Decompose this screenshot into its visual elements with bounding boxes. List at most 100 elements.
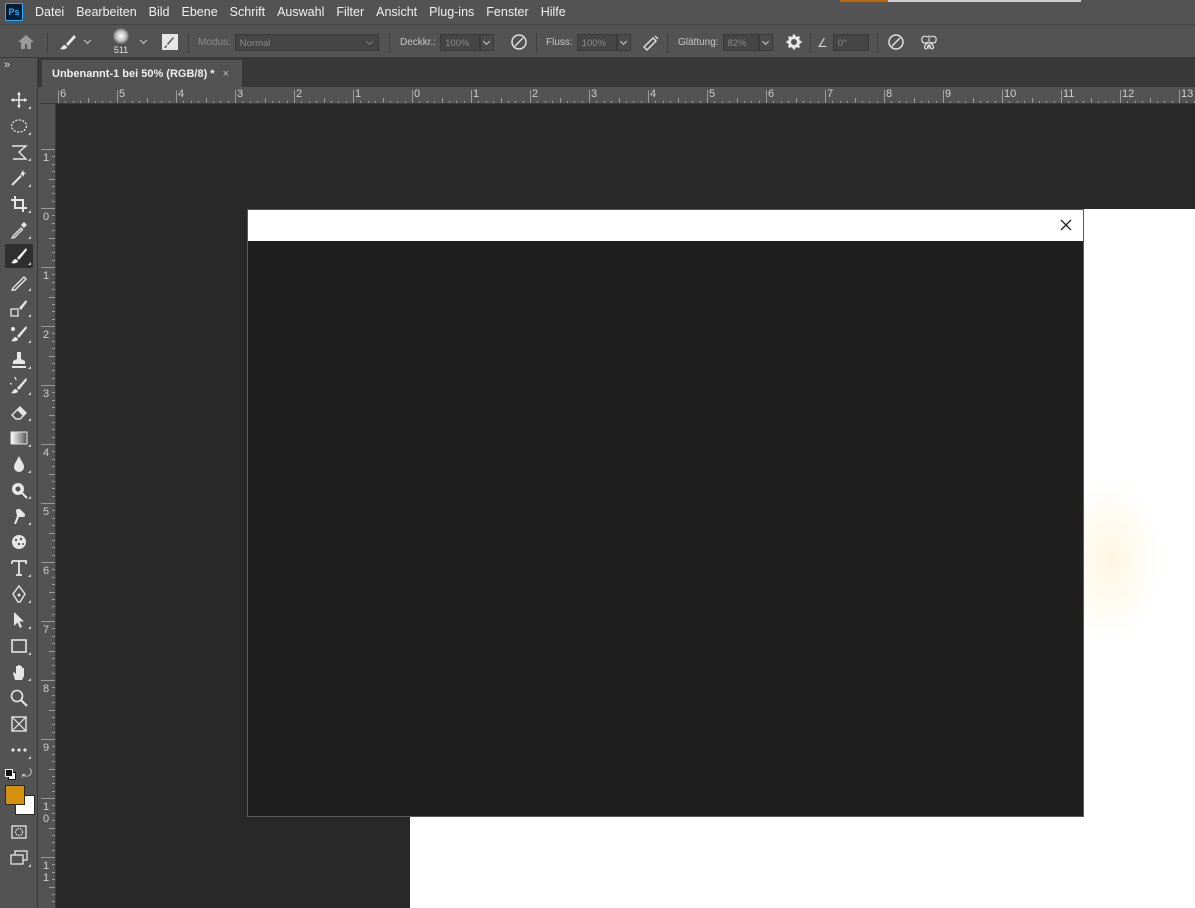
sponge-tool[interactable]: [5, 530, 33, 554]
ruler-label: 1: [43, 152, 50, 164]
brush-settings-panel-toggle[interactable]: [160, 33, 180, 51]
menu-bearbeiten[interactable]: Bearbeiten: [70, 5, 142, 19]
eraser-tool[interactable]: [5, 400, 33, 424]
zoom-tool[interactable]: [5, 686, 33, 710]
flow-label: Fluss:: [546, 37, 573, 48]
ruler-minor-tick: [52, 864, 55, 866]
history-brush-tool[interactable]: [5, 374, 33, 398]
edit-toolbar-button[interactable]: [5, 738, 33, 762]
dodge-tool[interactable]: [5, 478, 33, 502]
ruler-minor-tick: [49, 473, 55, 475]
swap-colors-icon[interactable]: ⤾: [22, 766, 32, 781]
menu-hilfe[interactable]: Hilfe: [535, 5, 572, 19]
flow-dropdown[interactable]: [616, 34, 631, 51]
smudge-tool[interactable]: [5, 504, 33, 528]
path-selection-icon: [14, 612, 24, 628]
ruler-major-tick: [707, 90, 708, 103]
menu-schrift[interactable]: Schrift: [224, 5, 271, 19]
magic-wand-tool[interactable]: [5, 166, 33, 190]
menu-datei[interactable]: Datei: [29, 5, 70, 19]
brush-picker[interactable]: 511: [113, 28, 129, 55]
ruler-label: 2: [532, 88, 539, 100]
close-icon[interactable]: ×: [223, 68, 229, 80]
ruler-minor-tick: [49, 237, 55, 239]
vertical-ruler[interactable]: 101234567891 01 1: [38, 104, 56, 908]
ruler-label: 4: [178, 88, 185, 100]
opacity-dropdown[interactable]: [480, 34, 495, 51]
ruler-minor-tick: [52, 517, 55, 519]
horizontal-ruler[interactable]: 6 5 4 3 2 1 0 1 2 3 4 5 6 7 8 9 10 11 12 13: [40, 87, 1195, 104]
path-selection-tool[interactable]: [5, 608, 33, 632]
ruler-minor-tick: [52, 480, 55, 482]
tool-preset-picker[interactable]: [58, 33, 92, 51]
mode-select[interactable]: Normal: [234, 34, 379, 51]
collapse-panel-icon[interactable]: »: [4, 59, 10, 71]
foreground-color-swatch[interactable]: [5, 785, 25, 805]
gear-icon[interactable]: [785, 33, 803, 51]
home-icon[interactable]: [16, 33, 36, 51]
pressure-size-icon[interactable]: [887, 33, 905, 51]
document-tab-title: Unbenannt-1 bei 50% (RGB/8) *: [52, 67, 215, 80]
ruler-minor-tick: [52, 665, 55, 667]
opacity-input[interactable]: 100%: [440, 34, 481, 51]
symmetry-icon[interactable]: [919, 33, 939, 51]
ruler-minor-tick: [52, 244, 55, 246]
brush-tip-preview: [113, 28, 129, 44]
blur-tool[interactable]: [5, 452, 33, 476]
ruler-minor-tick: [52, 281, 55, 283]
default-colors-icon[interactable]: [5, 769, 16, 780]
healing-brush-tool[interactable]: [5, 296, 33, 320]
ruler-minor-tick: [52, 879, 55, 881]
ruler-minor-tick: [52, 901, 55, 903]
menu-filter[interactable]: Filter: [330, 5, 370, 19]
clone-stamp-tool[interactable]: [5, 348, 33, 372]
menu-auswahl[interactable]: Auswahl: [271, 5, 330, 19]
ruler-minor-tick: [52, 311, 55, 313]
chevron-down-icon[interactable]: [140, 38, 148, 46]
pencil-tool[interactable]: [5, 270, 33, 294]
type-tool[interactable]: [5, 556, 33, 580]
ruler-minor-tick: [52, 421, 55, 423]
quick-mask-button[interactable]: [5, 820, 33, 844]
move-tool[interactable]: [5, 88, 33, 112]
mixer-brush-tool[interactable]: [5, 322, 33, 346]
menu-ebene[interactable]: Ebene: [176, 5, 224, 19]
brush-tool[interactable]: [5, 244, 33, 268]
chevron-down-icon: [366, 39, 374, 47]
ruler-minor-tick: [52, 495, 55, 497]
crop-tool[interactable]: [5, 192, 33, 216]
ruler-minor-tick: [52, 576, 55, 578]
menu-plugins[interactable]: Plug-ins: [423, 5, 480, 19]
smoothing-dropdown[interactable]: [758, 34, 773, 51]
ruler-minor-tick: [52, 893, 55, 895]
pressure-opacity-icon[interactable]: [510, 33, 528, 51]
flow-input[interactable]: 100%: [576, 34, 617, 51]
pen-tool[interactable]: [5, 582, 33, 606]
frame-tool[interactable]: [5, 712, 33, 736]
dialog-close-button[interactable]: [1057, 216, 1075, 234]
smoothing-input[interactable]: 82%: [722, 34, 759, 51]
document-tab[interactable]: Unbenannt-1 bei 50% (RGB/8) * ×: [42, 60, 242, 87]
ruler-minor-tick: [52, 805, 55, 807]
ruler-minor-tick: [52, 392, 55, 394]
screen-mode-button[interactable]: [5, 846, 33, 870]
ruler-major-tick: [41, 385, 55, 386]
ruler-minor-tick: [52, 783, 55, 785]
elliptical-marquee-tool[interactable]: [5, 114, 33, 138]
ruler-label: 2: [43, 329, 50, 341]
menu-fenster[interactable]: Fenster: [480, 5, 534, 19]
airbrush-icon[interactable]: [641, 33, 661, 51]
ruler-major-tick: [117, 90, 118, 103]
eyedropper-tool[interactable]: [5, 218, 33, 242]
gradient-tool[interactable]: [5, 426, 33, 450]
dialog-title-bar[interactable]: [248, 210, 1083, 241]
rectangle-tool[interactable]: [5, 634, 33, 658]
angle-input[interactable]: 0°: [832, 34, 869, 51]
ruler-label: 6: [768, 88, 775, 100]
hand-tool[interactable]: [5, 660, 33, 684]
lasso-tool[interactable]: [5, 140, 33, 164]
menu-bild[interactable]: Bild: [143, 5, 176, 19]
ruler-label: 1: [43, 270, 50, 282]
ruler-minor-tick: [52, 222, 55, 224]
menu-ansicht[interactable]: Ansicht: [370, 5, 423, 19]
